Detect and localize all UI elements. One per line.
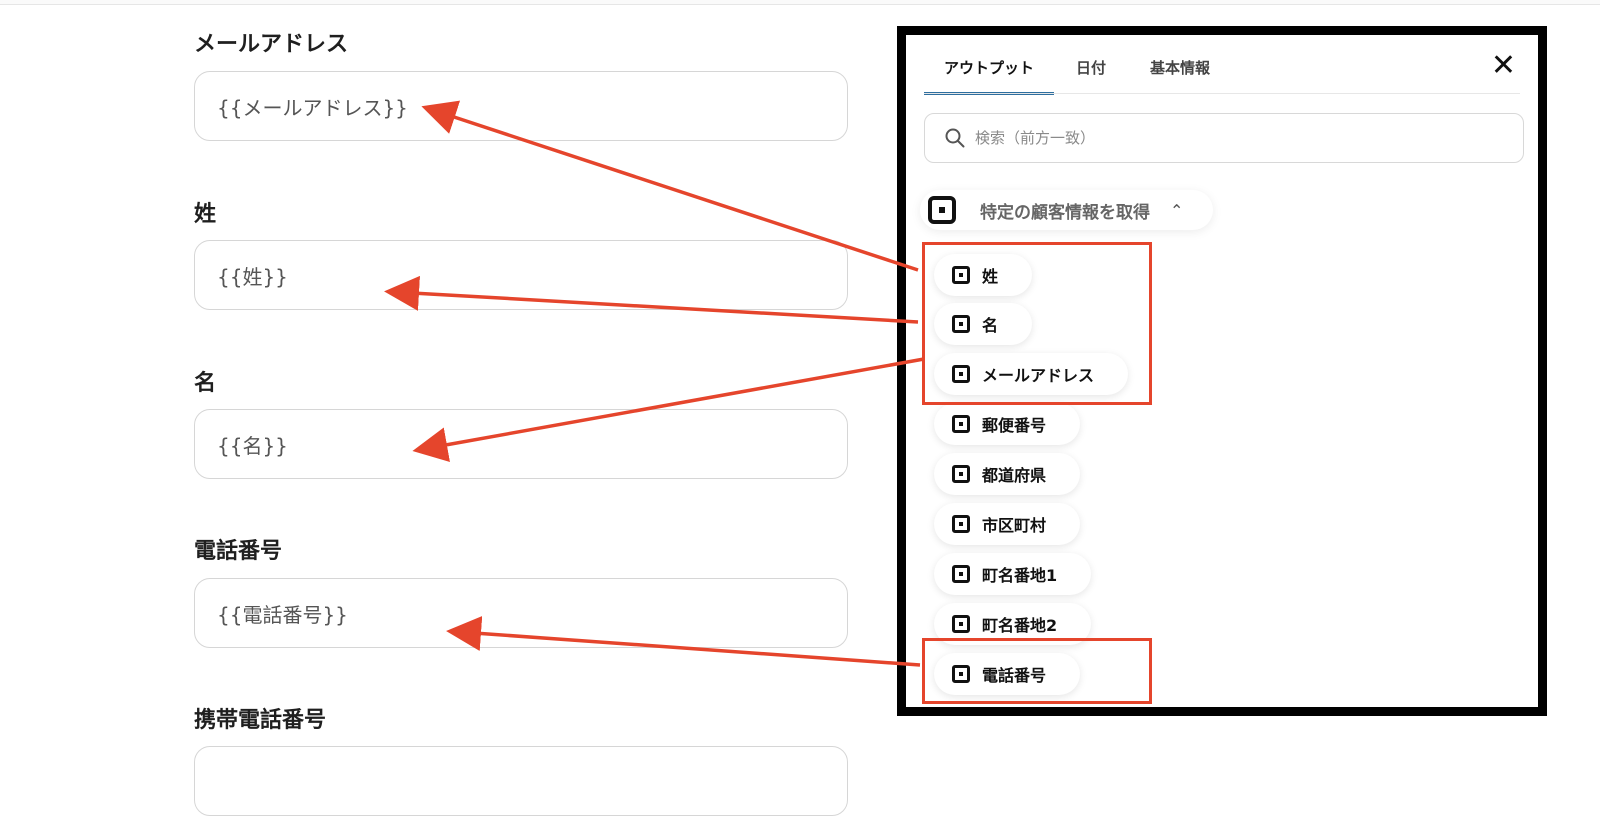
- output-item-label: 郵便番号: [982, 416, 1047, 435]
- chevron-up-icon[interactable]: ⌃: [1170, 201, 1183, 220]
- highlight-box-phone: [922, 638, 1152, 704]
- output-item-label: 都道府県: [982, 466, 1047, 485]
- mobile-field[interactable]: [194, 746, 848, 816]
- output-item-label: 町名番地1: [982, 566, 1058, 585]
- output-item-city[interactable]: 市区町村: [934, 503, 1081, 545]
- highlight-box-names-email: [922, 242, 1152, 405]
- output-item-postal-code[interactable]: 郵便番号: [934, 403, 1081, 445]
- field-label-first-name: 名: [194, 371, 217, 396]
- group-title: 特定の顧客情報を取得: [980, 202, 1150, 223]
- tab-basic-info[interactable]: 基本情報: [1128, 51, 1232, 95]
- square-logo-icon: [952, 515, 970, 533]
- output-item-prefecture[interactable]: 都道府県: [934, 453, 1081, 495]
- search-input[interactable]: [973, 128, 1497, 148]
- square-logo-icon: [952, 565, 970, 583]
- tab-bar: アウトプット 日付 基本情報: [924, 51, 1232, 95]
- top-divider: [0, 0, 1600, 5]
- field-label-phone: 電話番号: [194, 539, 283, 564]
- square-logo-icon: [952, 415, 970, 433]
- close-icon[interactable]: ✕: [1491, 51, 1516, 81]
- phone-field[interactable]: {{電話番号}}: [194, 578, 848, 648]
- output-item-address1[interactable]: 町名番地1: [934, 553, 1092, 595]
- field-label-email: メールアドレス: [194, 32, 349, 57]
- field-label-last-name: 姓: [194, 202, 217, 227]
- last-name-field[interactable]: {{姓}}: [194, 240, 848, 310]
- tab-output[interactable]: アウトプット: [924, 51, 1055, 95]
- tab-date[interactable]: 日付: [1054, 51, 1128, 95]
- square-logo-icon: [952, 465, 970, 483]
- field-label-mobile: 携帯電話番号: [194, 708, 327, 733]
- output-item-label: 町名番地2: [982, 616, 1058, 635]
- output-panel: アウトプット 日付 基本情報 ✕ 特定の顧客情報を取得 ⌃ 姓 名 メールアドレ…: [897, 26, 1547, 716]
- search-box[interactable]: [924, 113, 1524, 163]
- email-field[interactable]: {{メールアドレス}}: [194, 71, 848, 141]
- group-header[interactable]: 特定の顧客情報を取得 ⌃: [920, 190, 1214, 230]
- search-icon: [945, 128, 965, 148]
- square-logo-icon: [928, 196, 956, 224]
- first-name-field[interactable]: {{名}}: [194, 409, 848, 479]
- square-logo-icon: [952, 615, 970, 633]
- tab-divider: [924, 93, 1520, 94]
- output-item-label: 市区町村: [982, 516, 1047, 535]
